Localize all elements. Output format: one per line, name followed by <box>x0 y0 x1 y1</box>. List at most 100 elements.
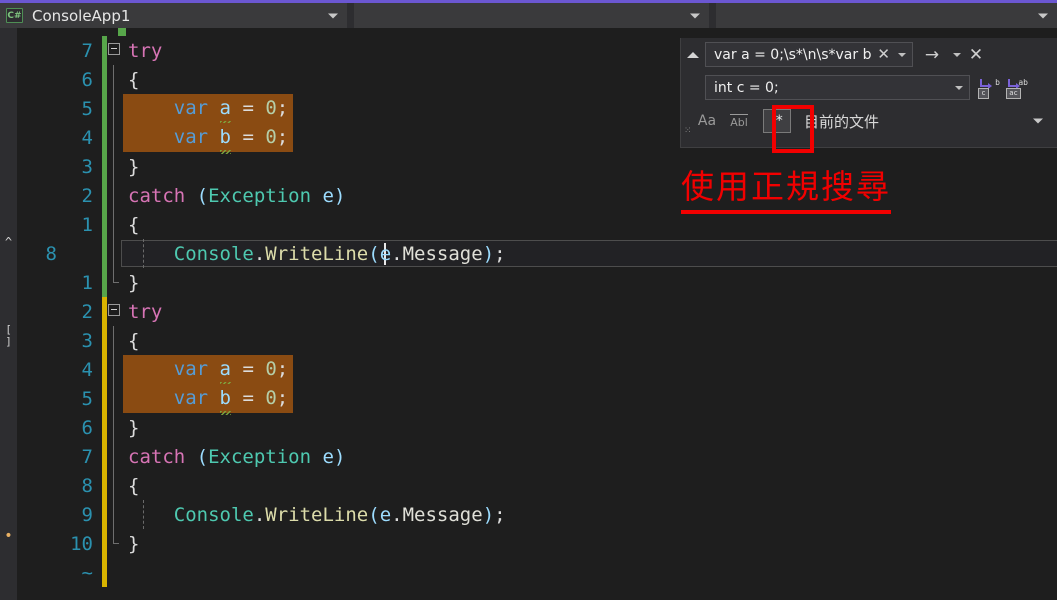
outlining-margin[interactable] <box>107 94 121 123</box>
chevron-down-icon[interactable] <box>1038 13 1048 18</box>
code-token: Message <box>402 503 483 526</box>
code-line[interactable]: 8 Console.WriteLine(e.Message); <box>17 239 1057 268</box>
outlining-margin[interactable] <box>107 297 121 326</box>
outlining-margin[interactable] <box>107 239 121 268</box>
code-line[interactable]: 8{ <box>17 471 1057 500</box>
find-input-value: var a = 0;\s*\n\s*var b = 0; <box>714 46 873 63</box>
outlining-margin[interactable] <box>107 152 121 181</box>
find-next-options-chevron-down-icon[interactable] <box>953 52 961 57</box>
code-token: Console <box>173 503 254 526</box>
chevron-down-icon[interactable] <box>1033 118 1043 124</box>
outlining-line <box>113 152 114 181</box>
expand-toggle-button[interactable] <box>681 38 705 71</box>
outlining-line <box>113 471 114 500</box>
code-line[interactable]: 4 var a = 0; <box>17 355 1057 384</box>
search-match-highlight: var a = 0; <box>123 355 294 384</box>
outlining-margin[interactable] <box>107 384 121 413</box>
outlining-margin[interactable] <box>107 181 121 210</box>
code-token: ( <box>368 242 380 265</box>
code-text[interactable]: { <box>121 471 1057 500</box>
outlining-margin[interactable] <box>107 210 121 239</box>
member-dropdown[interactable] <box>354 3 709 28</box>
code-token: catch <box>128 184 186 207</box>
find-input[interactable]: var a = 0;\s*\n\s*var b = 0; ✕ <box>705 42 913 67</box>
replace-next-icon[interactable]: b c <box>978 77 1000 99</box>
outlining-margin[interactable] <box>107 471 121 500</box>
code-text[interactable]: var b = 0; <box>121 384 1057 413</box>
project-dropdown-label: ConsoleApp1 <box>32 6 131 25</box>
code-token: a <box>219 97 231 119</box>
close-find-panel-button[interactable]: ✕ <box>963 45 989 65</box>
replace-input-value: int c = 0; <box>714 79 779 96</box>
find-next-button[interactable]: → <box>919 45 945 65</box>
outlining-line <box>113 529 119 544</box>
code-text[interactable]: var a = 0; <box>121 355 1057 384</box>
code-text[interactable]: } <box>121 529 1057 558</box>
outlining-margin[interactable] <box>107 558 121 587</box>
outlining-margin[interactable] <box>107 268 121 297</box>
resize-grip-icon[interactable]: ⁙ <box>684 127 692 136</box>
outlining-margin[interactable] <box>107 65 121 94</box>
outlining-line <box>113 384 114 413</box>
code-token: ; <box>494 242 506 265</box>
chevron-down-icon[interactable] <box>898 52 906 57</box>
indicator-margin[interactable]: ^ [ ] • <box>0 36 17 600</box>
code-line[interactable]: 9 Console.WriteLine(e.Message); <box>17 500 1057 529</box>
chevron-down-icon[interactable] <box>690 13 700 18</box>
code-text[interactable]: { <box>121 210 1057 239</box>
outlining-margin[interactable] <box>107 500 121 529</box>
code-text[interactable]: try <box>121 297 1057 326</box>
code-text[interactable]: } <box>121 413 1057 442</box>
match-whole-word-toggle[interactable]: Abl <box>725 109 753 133</box>
clear-x-icon[interactable]: ✕ <box>877 47 890 62</box>
line-number: 3 <box>81 329 93 352</box>
outlining-margin[interactable] <box>107 123 121 152</box>
code-line[interactable]: 1} <box>17 268 1057 297</box>
code-text[interactable]: catch (Exception e) <box>121 442 1057 471</box>
chevron-down-icon[interactable] <box>955 85 963 90</box>
use-regex-toggle[interactable]: .* <box>763 109 791 133</box>
code-text[interactable]: } <box>121 152 1057 181</box>
code-line[interactable]: 5 var b = 0; <box>17 384 1057 413</box>
code-line[interactable]: 2 catch (Exception e) <box>17 181 1057 210</box>
code-text[interactable]: { <box>121 326 1057 355</box>
collapse-minus-icon[interactable] <box>108 304 120 316</box>
code-line[interactable]: 2 try <box>17 297 1057 326</box>
code-line[interactable]: ~ <box>17 558 1057 587</box>
outlining-line <box>113 65 114 94</box>
code-token: { <box>128 329 140 352</box>
code-token: 0 <box>265 126 277 148</box>
outlining-line <box>113 94 114 123</box>
code-line[interactable]: 1{ <box>17 210 1057 239</box>
code-line[interactable]: 3{ <box>17 326 1057 355</box>
search-match-highlight: var a = 0; <box>123 94 294 123</box>
replace-all-icon[interactable]: ab ac <box>1006 77 1028 99</box>
outlining-margin[interactable] <box>107 442 121 471</box>
outlining-margin[interactable] <box>107 36 121 65</box>
chevron-down-icon[interactable] <box>328 13 338 18</box>
outlining-margin[interactable] <box>107 529 121 558</box>
replace-input[interactable]: int c = 0; <box>705 75 970 100</box>
code-text[interactable]: } <box>121 268 1057 297</box>
project-dropdown[interactable]: C# ConsoleApp1 <box>0 3 347 28</box>
collapse-minus-icon[interactable] <box>108 43 120 55</box>
code-line[interactable]: 10} <box>17 529 1057 558</box>
outlining-margin[interactable] <box>107 355 121 384</box>
code-line[interactable]: 6} <box>17 413 1057 442</box>
outlining-margin[interactable] <box>107 413 121 442</box>
code-text[interactable]: Console.WriteLine(e.Message); <box>121 500 1057 529</box>
code-text[interactable]: Console.WriteLine(e.Message); <box>121 239 1057 268</box>
code-token: 0 <box>265 97 277 119</box>
outlining-margin[interactable] <box>107 326 121 355</box>
match-case-toggle[interactable]: Aa <box>693 109 721 133</box>
code-text[interactable]: catch (Exception e) <box>121 181 1057 210</box>
code-line[interactable]: 7 catch (Exception e) <box>17 442 1057 471</box>
line-number: 7 <box>81 445 93 468</box>
tail-dropdown[interactable] <box>716 3 1057 28</box>
code-token: b <box>219 387 231 409</box>
code-text[interactable] <box>121 558 1057 587</box>
code-line[interactable]: 3} <box>17 152 1057 181</box>
